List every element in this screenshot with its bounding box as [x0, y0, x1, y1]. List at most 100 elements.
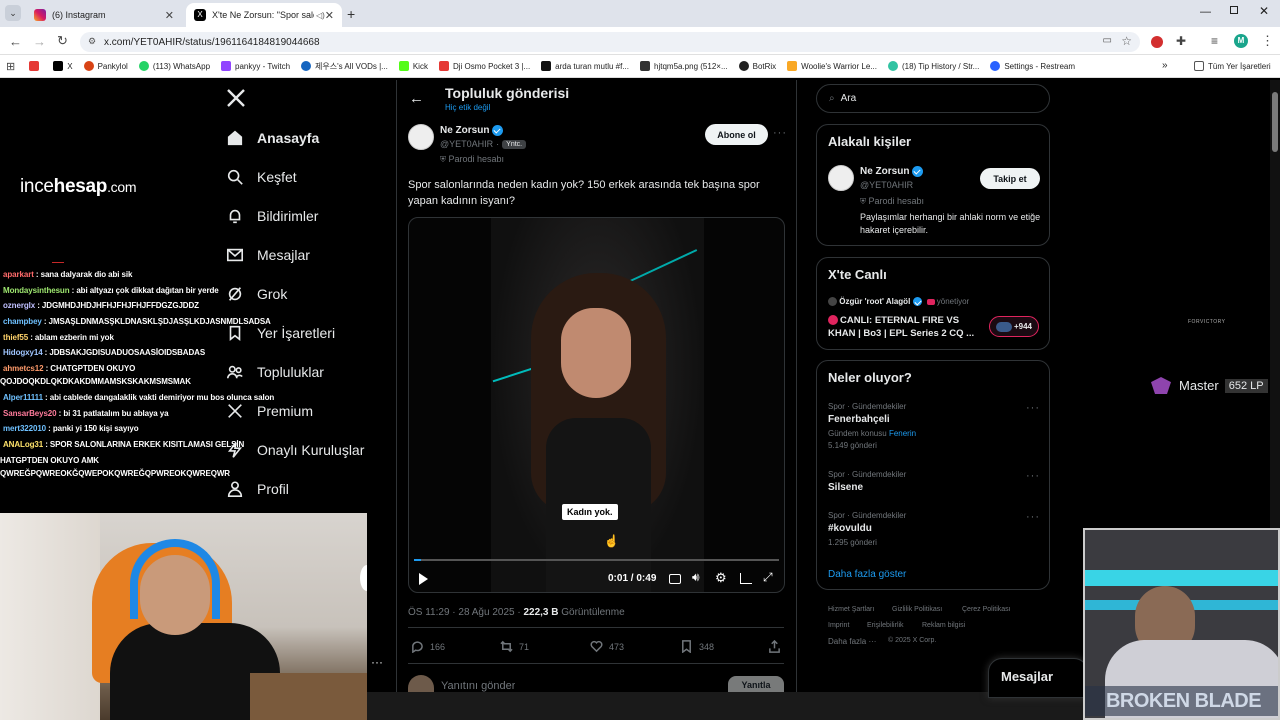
live-text[interactable]: CANLI: ETERNAL FIRE VS KHAN | Bo3 | EPL …: [828, 314, 978, 340]
reload-icon[interactable]: ↻: [57, 33, 68, 49]
bookmark-item[interactable]: Woolie's Warrior Le...: [787, 61, 877, 71]
bookmark-item[interactable]: Pankylol: [83, 61, 128, 71]
apps-icon[interactable]: ⊞: [6, 60, 15, 73]
bookmark-item[interactable]: Settings - Restream: [990, 61, 1075, 71]
reply-button[interactable]: Yanıtla: [728, 676, 784, 692]
rel-avatar[interactable]: [828, 165, 854, 191]
restore-icon[interactable]: [1230, 6, 1238, 14]
rank-label: Master: [1179, 378, 1219, 393]
volume-icon[interactable]: 🔊︎: [692, 570, 700, 585]
footer-link[interactable]: Reklam bilgisi: [922, 622, 965, 629]
bookmark-item[interactable]: Dji Osmo Pocket 3 |...: [438, 61, 530, 71]
youtube-bookmark[interactable]: [29, 61, 43, 71]
more-bookmarks-icon[interactable]: »: [1162, 60, 1168, 71]
search-input[interactable]: ⌕ Ara: [816, 84, 1050, 113]
bookmark-item[interactable]: (18) Tip History / Str...: [887, 61, 979, 71]
nav-bookmarks[interactable]: Yer İşaretleri: [226, 324, 335, 342]
tab-search-button[interactable]: ⌄: [5, 5, 21, 21]
subscribe-button[interactable]: Abone ol: [705, 124, 768, 145]
install-icon[interactable]: ▭: [1103, 35, 1112, 46]
repost-action[interactable]: 71: [500, 640, 529, 653]
audio-icon[interactable]: ◁): [316, 11, 325, 20]
trend-meta-link[interactable]: Fenerin: [889, 429, 916, 438]
nav-verified-orgs[interactable]: Onaylı Kuruluşlar: [226, 441, 364, 459]
bookmark-item[interactable]: pankyy - Twitch: [221, 61, 290, 71]
site-info-icon[interactable]: ⚙: [88, 36, 96, 47]
minimize-icon[interactable]: —: [1200, 6, 1211, 18]
new-tab-icon[interactable]: +: [347, 6, 355, 22]
nav-profile[interactable]: Profil: [226, 480, 289, 498]
follow-button[interactable]: Takip et: [980, 168, 1040, 189]
bookmark-item[interactable]: BotRix: [738, 61, 776, 71]
author-name: Ne Zorsun: [440, 125, 490, 137]
footer-link[interactable]: Imprint: [828, 622, 849, 629]
bookmark-action[interactable]: 348: [680, 640, 714, 653]
nav-communities[interactable]: Topluluklar: [226, 363, 324, 381]
settings-icon[interactable]: ⚙: [715, 570, 727, 586]
scrollbar-thumb[interactable]: [1272, 92, 1278, 152]
bookmark-item[interactable]: arda turan mutlu #f...: [541, 61, 629, 71]
forward-icon[interactable]: →: [33, 34, 46, 49]
profile-avatar[interactable]: M: [1234, 34, 1248, 48]
tab-x-post[interactable]: X X'te Ne Zorsun: "Spor salon ◁) ✕: [186, 3, 342, 27]
trend-item[interactable]: Spor · Gündemdekiler #kovuldu 1.295 gönd…: [828, 511, 1040, 551]
like-action[interactable]: 473: [590, 640, 624, 653]
footer-link[interactable]: Erişilebilirlik: [867, 622, 904, 629]
community-subtitle[interactable]: Hiç etik değil: [445, 103, 490, 112]
trend-item[interactable]: Spor · Gündemdekiler Fenerbahçeli Gündem…: [828, 402, 1040, 454]
close-window-icon[interactable]: ✕: [1259, 4, 1269, 18]
live-host-row[interactable]: Özgür 'root' Alagöl yönetiyor: [828, 297, 969, 307]
bookmark-item[interactable]: Kick: [398, 61, 428, 71]
tab-instagram[interactable]: (6) Instagram ✕: [26, 3, 182, 27]
puzzle-icon[interactable]: ✚: [1176, 34, 1186, 48]
nav-home[interactable]: Anasayfa: [226, 129, 319, 147]
back-icon[interactable]: ←: [9, 34, 22, 49]
trend-item[interactable]: Spor · Gündemdekiler Silsene ···: [828, 470, 1040, 500]
play-icon[interactable]: [419, 573, 428, 585]
captions-icon[interactable]: [669, 574, 681, 584]
progress-track[interactable]: [414, 559, 779, 561]
listeners-pill[interactable]: +944: [989, 316, 1039, 337]
more-options-icon[interactable]: ···: [371, 655, 383, 669]
rel-name-row[interactable]: Ne Zorsun: [860, 166, 924, 177]
x-logo-icon[interactable]: [226, 88, 246, 108]
post-more-icon[interactable]: ···: [773, 127, 787, 139]
bookmark-item[interactable]: (113) WhatsApp: [138, 61, 210, 71]
fullscreen-icon[interactable]: ⤢: [763, 570, 773, 585]
share-action[interactable]: [768, 640, 787, 653]
footer-link[interactable]: Hizmet Şartları: [828, 606, 874, 613]
bookmark-star-icon[interactable]: ☆: [1121, 34, 1132, 48]
nav-grok[interactable]: Grok: [226, 285, 287, 303]
reply-action[interactable]: 166: [411, 640, 445, 653]
nav-messages[interactable]: Mesajlar: [226, 246, 310, 264]
pip-icon[interactable]: [740, 573, 752, 584]
browser-menu-icon[interactable]: ⋮: [1261, 33, 1274, 49]
author-name-row[interactable]: Ne Zorsun: [440, 125, 504, 137]
close-tab-icon[interactable]: ✕: [165, 9, 174, 22]
bookmark-item[interactable]: hjtqm5a.png (512×...: [640, 61, 728, 71]
footer-link[interactable]: Gizlilik Politikası: [892, 606, 942, 613]
footer-link[interactable]: Daha fazla ···: [828, 637, 876, 646]
extension-icon[interactable]: [1151, 36, 1163, 48]
bookmark-item[interactable]: 제우스's All VODs |...: [301, 61, 388, 72]
media-control-icon[interactable]: ≡: [1211, 34, 1218, 48]
nav-explore[interactable]: Keşfet: [226, 168, 297, 186]
video-player[interactable]: Kadın yok. ☝ 0:01 / 0:49 🔊︎ ⚙ ⤢: [408, 217, 785, 593]
messages-dock[interactable]: Mesajlar: [988, 658, 1088, 698]
footer-link[interactable]: Çerez Politikası: [962, 606, 1011, 613]
trend-count: 1.295 gönderi: [828, 538, 877, 547]
close-tab-icon[interactable]: ✕: [325, 9, 334, 22]
url-input[interactable]: ⚙ x.com/YET0AHIR/status/1961164184819044…: [80, 32, 1140, 52]
nav-premium[interactable]: Premium: [226, 402, 313, 420]
bookmark-item[interactable]: X: [53, 61, 73, 71]
trend-more-icon[interactable]: ···: [1026, 470, 1040, 482]
trend-more-icon[interactable]: ···: [1026, 511, 1040, 523]
post-timestamp[interactable]: ÖS 11:29 · 28 Ağu 2025 ·: [408, 607, 523, 618]
author-avatar[interactable]: [408, 124, 434, 150]
show-more-link[interactable]: Daha fazla göster: [828, 569, 906, 580]
reply-input[interactable]: Yanıtını gönder: [441, 680, 515, 692]
nav-notifications[interactable]: Bildirimler: [226, 207, 318, 225]
all-bookmarks[interactable]: Tüm Yer İşaretleri: [1194, 61, 1271, 71]
trend-more-icon[interactable]: ···: [1026, 402, 1040, 414]
back-arrow-icon[interactable]: ←: [409, 90, 424, 107]
